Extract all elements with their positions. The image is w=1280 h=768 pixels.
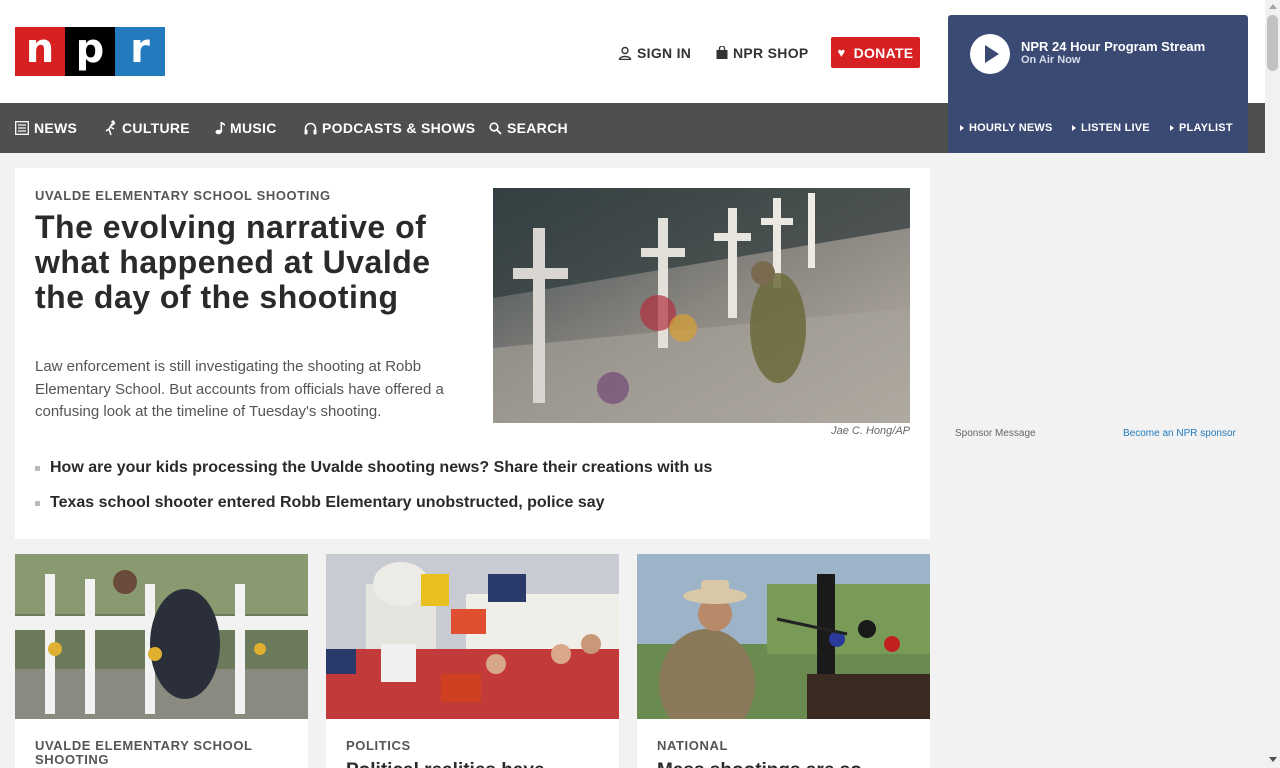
nav-item-label: MUSIC [230,120,277,136]
logo-letter-p: p [65,27,115,76]
donate-button[interactable]: ♥ DONATE [831,37,920,68]
playlist-link[interactable]: PLAYLIST [1170,103,1233,153]
page-scrollbar[interactable] [1265,0,1280,768]
user-icon [618,46,632,60]
related-link[interactable]: Texas school shooter entered Robb Elemen… [35,493,895,513]
sign-in-label: SIGN IN [637,44,692,61]
headphones-icon [304,122,317,135]
playlist-label: PLAYLIST [1179,122,1233,134]
related-links: How are your kids processing the Uvalde … [35,458,895,528]
story-headline[interactable]: The evolving narrative of what happened … [35,210,455,315]
story-card: UVALDE ELEMENTARY SCHOOL SHOOTING [15,554,308,768]
donate-label: DONATE [853,44,914,61]
shopping-bag-icon [716,46,728,59]
listen-live-link[interactable]: LISTEN LIVE [1072,103,1150,153]
story-card: NATIONAL Mass shootings are so [637,554,930,768]
card-eyebrow[interactable]: POLITICS [346,739,606,753]
main-nav: NEWS CULTURE MUSIC PODCASTS & SHOWS SEAR… [0,103,1265,153]
related-link[interactable]: How are your kids processing the Uvalde … [35,458,895,478]
card-image[interactable] [15,554,308,719]
nav-item-label: SEARCH [507,120,568,136]
sponsor-message-label: Sponsor Message [955,428,1036,439]
featured-story: UVALDE ELEMENTARY SCHOOL SHOOTING The ev… [15,168,930,539]
sign-in-link[interactable]: SIGN IN [618,37,691,68]
nav-item-culture[interactable]: CULTURE [105,103,190,153]
culture-icon [105,120,117,136]
become-sponsor-link[interactable]: Become an NPR sponsor [1123,428,1236,439]
image-credit: Jae C. Hong/AP [831,425,910,437]
live-player: NPR 24 Hour Program Stream On Air Now [948,15,1248,103]
card-image[interactable] [637,554,930,719]
shop-label: NPR SHOP [733,44,809,61]
nav-item-news[interactable]: NEWS [15,103,77,153]
heart-icon: ♥ [837,45,846,60]
card-headline[interactable]: Political realities have [346,760,606,768]
caret-right-icon [1170,125,1174,131]
caret-right-icon [1072,125,1076,131]
story-teaser[interactable]: Law enforcement is still investigating t… [35,356,455,424]
card-image[interactable] [326,554,619,719]
story-eyebrow[interactable]: UVALDE ELEMENTARY SCHOOL SHOOTING [35,188,331,203]
nav-item-music[interactable]: MUSIC [215,103,277,153]
hourly-news-label: HOURLY NEWS [969,122,1053,134]
scroll-up-arrow-icon[interactable] [1269,4,1277,9]
listen-live-label: LISTEN LIVE [1081,122,1150,134]
play-icon [985,45,999,63]
player-title[interactable]: NPR 24 Hour Program Stream [1021,39,1205,54]
site-header: n p r SIGN IN NPR SHOP ♥ DONATE NPR 24 H… [0,0,1265,103]
logo-letter-r: r [115,27,165,76]
card-eyebrow[interactable]: UVALDE ELEMENTARY SCHOOL SHOOTING [35,739,295,767]
nav-item-search[interactable]: SEARCH [489,103,568,153]
card-headline[interactable]: Mass shootings are so [657,760,917,768]
scroll-down-arrow-icon[interactable] [1269,757,1277,762]
player-subtitle: On Air Now [1021,54,1081,66]
news-icon [15,121,29,135]
search-icon [489,121,502,135]
npr-shop-link[interactable]: NPR SHOP [716,37,809,68]
story-image[interactable] [493,188,910,423]
nav-item-label: CULTURE [122,120,190,136]
caret-right-icon [960,125,964,131]
nav-item-label: PODCASTS & SHOWS [322,120,476,136]
play-button[interactable] [970,34,1010,74]
logo-letter-n: n [15,27,65,76]
story-card: POLITICS Political realities have [326,554,619,768]
hourly-news-link[interactable]: HOURLY NEWS [960,103,1053,153]
card-eyebrow[interactable]: NATIONAL [657,739,917,753]
nav-item-podcasts[interactable]: PODCASTS & SHOWS [304,103,475,153]
player-nav: HOURLY NEWS LISTEN LIVE PLAYLIST [948,103,1248,153]
npr-logo[interactable]: n p r [15,27,165,76]
nav-item-label: NEWS [34,120,78,136]
music-note-icon [215,121,225,135]
scroll-thumb[interactable] [1267,15,1278,71]
